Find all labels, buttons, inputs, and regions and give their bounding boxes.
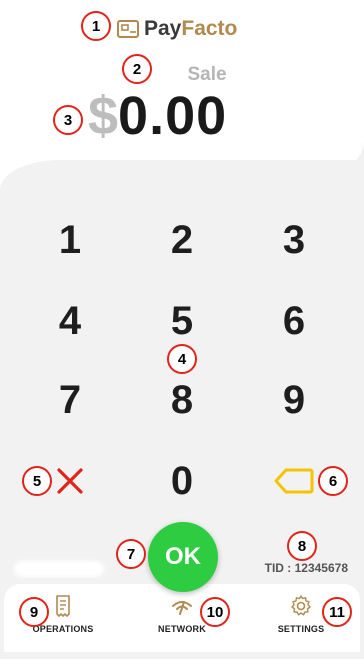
transaction-type-label: Sale <box>187 64 227 85</box>
callout-marker-10: 10 <box>200 597 230 627</box>
callout-marker-2: 2 <box>122 54 152 84</box>
callout-marker-11: 11 <box>322 597 352 627</box>
key-2[interactable]: 2 <box>142 212 222 268</box>
callout-marker-6: 6 <box>318 466 348 496</box>
key-1[interactable]: 1 <box>30 212 110 268</box>
currency-symbol: $ <box>88 86 119 146</box>
brand-logo: Pay Facto <box>117 15 237 43</box>
ok-button[interactable]: OK <box>148 522 218 592</box>
keypad-background-curve <box>0 160 364 200</box>
callout-marker-1: 1 <box>81 11 111 41</box>
key-0[interactable]: 0 <box>142 453 222 509</box>
callout-marker-8: 8 <box>287 531 317 561</box>
nav-operations-label: OPERATIONS <box>32 624 94 634</box>
key-9[interactable]: 9 <box>254 372 334 428</box>
gear-icon <box>291 595 311 616</box>
callout-marker-3: 3 <box>53 105 83 135</box>
key-5[interactable]: 5 <box>142 293 222 349</box>
payment-screen: Pay Facto Sale $ 0.00 1 2 3 4 5 6 7 8 9 0… <box>0 0 364 659</box>
brand-name-facto: Facto <box>181 17 238 40</box>
transaction-type: Sale <box>0 64 364 86</box>
amount-display: $ 0.00 <box>88 85 228 146</box>
card-terminal-icon <box>117 20 139 38</box>
signal-icon <box>172 601 192 615</box>
key-6[interactable]: 6 <box>254 293 334 349</box>
callout-marker-9: 9 <box>19 597 49 627</box>
callout-marker-7: 7 <box>116 539 146 569</box>
bottom-nav: OPERATIONS NETWORK SETTINGS <box>4 584 360 652</box>
callout-marker-4: 4 <box>167 344 197 374</box>
key-4[interactable]: 4 <box>30 293 110 349</box>
redacted-field <box>14 561 104 577</box>
receipt-icon <box>56 595 70 617</box>
key-3[interactable]: 3 <box>254 212 334 268</box>
callout-marker-5: 5 <box>22 466 52 496</box>
key-8[interactable]: 8 <box>142 372 222 428</box>
nav-network-label: NETWORK <box>158 624 206 634</box>
key-7[interactable]: 7 <box>30 372 110 428</box>
backspace-icon <box>274 468 314 494</box>
x-icon <box>57 468 83 494</box>
amount-value: 0.00 <box>118 86 228 146</box>
terminal-id: TID : 12345678 <box>264 561 348 575</box>
brand-name-pay: Pay <box>144 17 182 40</box>
nav-settings-label: SETTINGS <box>277 624 325 634</box>
